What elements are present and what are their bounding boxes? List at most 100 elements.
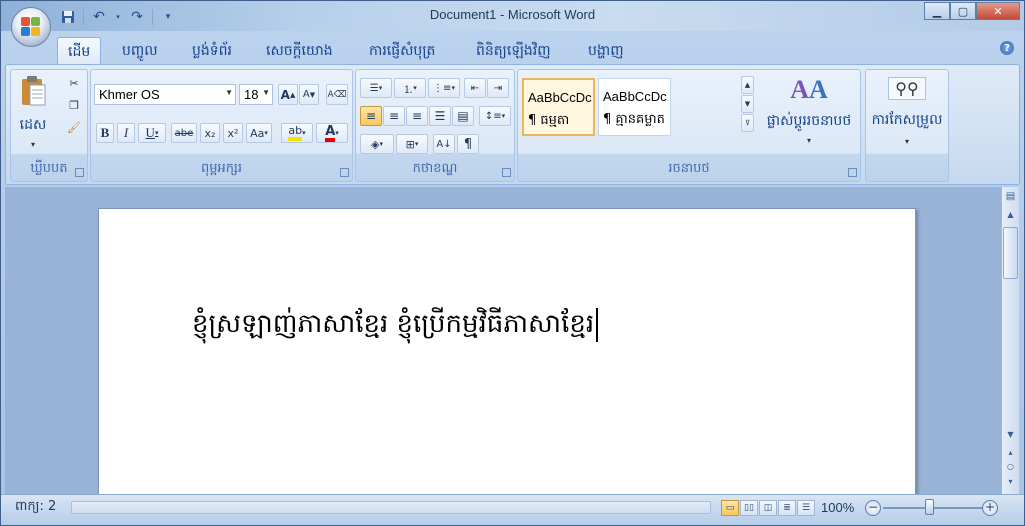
- word-window: Document1 - Microsoft Word ↶ ▾ ↷ ▾ ▁ ▢ ✕: [0, 0, 1025, 526]
- align-center-icon[interactable]: ≡: [383, 106, 405, 126]
- previous-page-icon[interactable]: ▴: [1003, 445, 1018, 460]
- select-browse-object-icon[interactable]: ○: [1003, 459, 1018, 474]
- style-no-spacing[interactable]: AaBbCcDc ¶ គ្មានគម្លាត: [598, 78, 671, 136]
- binoculars-icon: ⚲⚲: [888, 77, 926, 100]
- view-buttons: ▭ ▯▯ ◫ ≣ ☰: [721, 500, 815, 516]
- web-layout-icon[interactable]: ◫: [759, 500, 777, 516]
- numbering-button[interactable]: ⒈ ▾: [394, 78, 426, 98]
- font-name-value: Khmer OS: [99, 87, 160, 102]
- document-text-content: ខ្ញុំស្រឡាញ់ភាសាខ្មែរ ខ្ញុំប្រើកម្មវិធីភ…: [192, 309, 595, 339]
- multilevel-list-button[interactable]: ⋮≡ ▾: [428, 78, 460, 98]
- font-name-combo[interactable]: Khmer OS ▼: [94, 84, 236, 105]
- print-layout-icon[interactable]: ▭: [721, 500, 739, 516]
- minimize-button[interactable]: ▁: [924, 2, 950, 20]
- align-left-icon[interactable]: ≡: [360, 106, 382, 126]
- editing-button[interactable]: ⚲⚲ ការកែសម្រួល ▾: [868, 74, 946, 178]
- tab-page-layout[interactable]: ប្លង់ទំព័រ: [182, 37, 242, 63]
- dialog-launcher-icon[interactable]: [75, 168, 84, 177]
- outline-icon[interactable]: ≣: [778, 500, 796, 516]
- dialog-launcher-icon[interactable]: [848, 168, 857, 177]
- quick-access-toolbar: ↶ ▾ ↷ ▾: [59, 7, 177, 27]
- shading-button[interactable]: ◈ ▾: [360, 134, 394, 154]
- zoom-slider-thumb[interactable]: [925, 499, 934, 515]
- subscript-button[interactable]: x₂: [200, 123, 220, 143]
- draft-icon[interactable]: ☰: [797, 500, 815, 516]
- word-count[interactable]: ពាក្យ: 2: [15, 498, 56, 517]
- copy-icon[interactable]: ❐: [65, 96, 83, 114]
- change-styles-button[interactable]: AA ផ្លាស់ប្ដូររចនាបថ ▾: [760, 74, 858, 154]
- borders-button[interactable]: ⊞ ▾: [396, 134, 428, 154]
- dialog-launcher-icon[interactable]: [340, 168, 349, 177]
- increase-indent-icon[interactable]: ⇥: [487, 78, 509, 98]
- scroll-down-icon[interactable]: ▼: [1003, 427, 1018, 442]
- style-normal[interactable]: AaBbCcDc ¶ ធម្មតា: [522, 78, 595, 136]
- tab-review[interactable]: ពិនិត្យឡើងវិញ: [466, 37, 561, 63]
- maximize-button[interactable]: ▢: [950, 2, 976, 20]
- scroll-up-icon[interactable]: ▲: [1003, 207, 1018, 222]
- decrease-indent-icon[interactable]: ⇤: [464, 78, 486, 98]
- undo-icon[interactable]: ↶: [90, 8, 108, 26]
- save-icon[interactable]: [59, 8, 77, 26]
- distributed-icon[interactable]: ▤: [452, 106, 474, 126]
- cut-icon[interactable]: ✂: [65, 74, 83, 92]
- italic-button[interactable]: I: [117, 123, 135, 143]
- clipboard-group: ដេស ▾ ✂ ❐ 🖌 ឃ្លីបបត: [10, 69, 88, 182]
- chevron-down-icon: ▾: [806, 136, 811, 145]
- customize-qat-icon[interactable]: ▾: [159, 8, 177, 26]
- redo-icon[interactable]: ↷: [128, 8, 146, 26]
- document-page[interactable]: ខ្ញុំស្រឡាញ់ភាសាខ្មែរ ខ្ញុំប្រើកម្មវិធីភ…: [98, 208, 916, 494]
- next-page-icon[interactable]: ▾: [1003, 474, 1018, 489]
- full-screen-reading-icon[interactable]: ▯▯: [740, 500, 758, 516]
- scroll-thumb[interactable]: [1003, 227, 1018, 279]
- window-controls: ▁ ▢ ✕: [924, 2, 1020, 20]
- align-right-icon[interactable]: ≡: [406, 106, 428, 126]
- dialog-launcher-icon[interactable]: [502, 168, 511, 177]
- tab-insert[interactable]: បញ្ចូល: [112, 37, 168, 63]
- show-formatting-icon[interactable]: ¶: [457, 134, 479, 154]
- zoom-level[interactable]: 100%: [821, 500, 854, 515]
- grow-font-button[interactable]: A ▲: [278, 84, 298, 105]
- zoom-in-icon[interactable]: +: [982, 500, 998, 516]
- format-painter-icon[interactable]: 🖌: [65, 118, 83, 136]
- chevron-down-icon: ▾: [904, 137, 909, 146]
- font-size-combo[interactable]: 18 ▼: [239, 84, 273, 105]
- change-case-button[interactable]: Aa ▾: [246, 123, 272, 143]
- ribbon: ដេស ▾ ✂ ❐ 🖌 ឃ្លីបបត Khmer OS ▼ 18 ▼ A ▲ A…: [5, 64, 1020, 185]
- office-button[interactable]: [11, 7, 51, 47]
- styles-scroll-up-icon[interactable]: ▲: [741, 76, 754, 94]
- tab-mailings[interactable]: ការផ្ញើសំបុត្រ: [359, 37, 445, 63]
- strikethrough-button[interactable]: abe: [171, 123, 197, 143]
- font-color-button[interactable]: A ▾: [316, 123, 348, 143]
- close-button[interactable]: ✕: [976, 2, 1020, 20]
- tab-references[interactable]: សេចក្ដីយោង: [256, 37, 343, 63]
- office-logo-icon: [21, 17, 41, 37]
- tab-view[interactable]: បង្ហាញ: [578, 37, 634, 63]
- styles-group: AaBbCcDc ¶ ធម្មតា AaBbCcDc ¶ គ្មានគម្លាត…: [517, 69, 861, 182]
- chevron-down-icon: ▼: [225, 88, 233, 97]
- paste-button[interactable]: ដេស ▾: [15, 74, 51, 152]
- styles-more-icon[interactable]: ⊽: [741, 114, 754, 132]
- superscript-button[interactable]: x²: [223, 123, 243, 143]
- bold-button[interactable]: B: [96, 123, 114, 143]
- chevron-down-icon[interactable]: ▾: [114, 8, 122, 26]
- horizontal-scrollbar[interactable]: [71, 501, 711, 514]
- font-color-icon: A: [325, 125, 336, 142]
- justify-icon[interactable]: ☰: [429, 106, 451, 126]
- ruler-toggle-icon[interactable]: ▤: [1003, 189, 1018, 204]
- shrink-font-button[interactable]: A ▼: [299, 84, 319, 105]
- tab-home[interactable]: ដើម: [57, 37, 102, 66]
- highlight-button[interactable]: ab ▾: [281, 123, 313, 143]
- underline-button[interactable]: U ▾: [138, 123, 166, 143]
- status-bar: ពាក្យ: 2 ▭ ▯▯ ◫ ≣ ☰ 100% − +: [1, 494, 1024, 525]
- styles-scroll-down-icon[interactable]: ▼: [741, 95, 754, 113]
- sort-icon[interactable]: A↓: [433, 134, 455, 154]
- line-spacing-button[interactable]: ↕≡ ▾: [479, 106, 511, 126]
- bullets-button[interactable]: ☰ ▾: [360, 78, 392, 98]
- document-text[interactable]: ខ្ញុំស្រឡាញ់ភាសាខ្មែរ ខ្ញុំប្រើកម្មវិធីភ…: [192, 307, 599, 345]
- change-case-label: Aa: [250, 126, 265, 140]
- zoom-out-icon[interactable]: −: [865, 500, 881, 516]
- help-icon[interactable]: ?: [1000, 41, 1014, 55]
- highlighter-icon: ab: [288, 125, 303, 141]
- clear-formatting-icon[interactable]: A⌫: [326, 84, 348, 105]
- vertical-scrollbar[interactable]: ▤ ▲ ▼ ▴ ○ ▾: [1001, 187, 1019, 494]
